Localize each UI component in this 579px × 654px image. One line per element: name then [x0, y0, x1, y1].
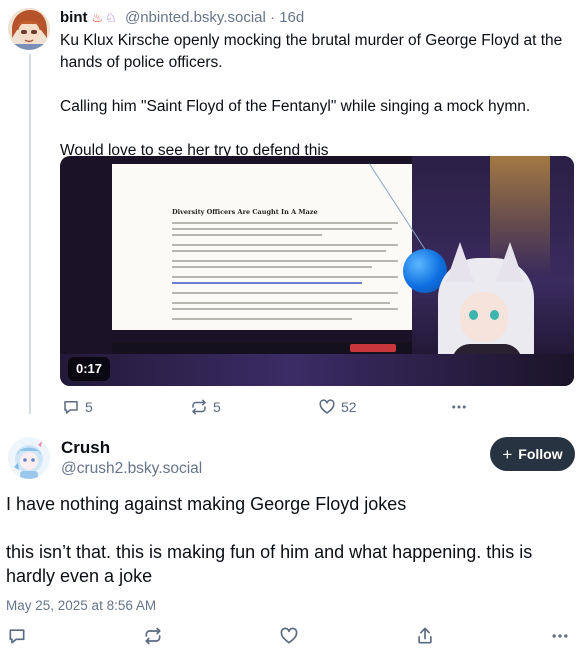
- fire-emoji-icon: ♨: [91, 10, 104, 25]
- share-icon: [418, 627, 432, 644]
- video-article-page: Diversity Officers Are Caught In A Maze: [112, 164, 412, 330]
- plus-icon: +: [502, 444, 513, 464]
- more-button[interactable]: [550, 626, 570, 646]
- post-actions: 5 5 52: [60, 397, 480, 417]
- penguin-emoji-icon: ♘: [105, 10, 117, 25]
- author-name[interactable]: Crush: [61, 438, 110, 458]
- avatar-illustration: [8, 8, 50, 50]
- post-paragraph: Ku Klux Kirsche openly mocking the bruta…: [60, 32, 563, 71]
- like-button[interactable]: [279, 626, 299, 646]
- reply-button[interactable]: [7, 626, 27, 646]
- heart-icon: [319, 399, 335, 414]
- share-button[interactable]: [415, 626, 435, 646]
- reply-actions: [0, 624, 579, 648]
- follow-button[interactable]: + Follow: [490, 437, 575, 471]
- post-date[interactable]: May 25, 2025 at 8:56 AM: [6, 597, 156, 615]
- article-text-line: [172, 308, 398, 310]
- like-count: 52: [341, 399, 357, 415]
- avatar-illustration: [8, 437, 50, 479]
- avatar-bint[interactable]: [8, 8, 50, 50]
- heart-icon: [280, 627, 298, 644]
- comment-icon: [9, 629, 25, 644]
- article-text-line: [172, 292, 398, 294]
- reply-button[interactable]: 5: [62, 397, 93, 417]
- article-heading: Diversity Officers Are Caught In A Maze: [172, 208, 318, 216]
- reply-paragraph: I have nothing against making George Flo…: [6, 494, 407, 514]
- subscribe-button-graphic: [350, 344, 396, 352]
- author-name[interactable]: bint: [60, 9, 88, 26]
- article-text-line: [172, 260, 398, 262]
- vtuber-face: [460, 292, 508, 342]
- article-text-line: [172, 244, 398, 246]
- thread-line: [29, 54, 31, 414]
- separator: ·: [270, 9, 276, 26]
- article-text-line: [172, 302, 390, 304]
- article-text-line: [172, 266, 372, 268]
- article-link-line: [172, 282, 362, 284]
- post-header: bint ♨ ♘ @nbinted.bsky.social · 16d: [60, 8, 304, 28]
- reply-count: 5: [85, 399, 93, 415]
- article-text-line: [172, 276, 398, 278]
- like-button[interactable]: 52: [318, 397, 357, 417]
- vtuber-eye: [490, 310, 499, 320]
- post-time[interactable]: 16d: [279, 9, 304, 26]
- article-text-line: [172, 234, 322, 236]
- vtuber-ear: [496, 242, 524, 282]
- video-embed[interactable]: Diversity Officers Are Caught In A Maze: [60, 156, 574, 386]
- video-duration: 0:17: [68, 357, 111, 381]
- reply-text: I have nothing against making George Flo…: [6, 492, 571, 588]
- article-text-line: [172, 228, 392, 230]
- more-button[interactable]: [450, 397, 468, 417]
- stream-overlay-strip: [60, 354, 574, 386]
- reply-paragraph: this isn’t that. this is making fun of h…: [6, 542, 533, 586]
- repost-icon: [145, 627, 161, 645]
- more-horizontal-icon: [552, 634, 568, 638]
- author-handle[interactable]: @crush2.bsky.social: [61, 459, 202, 479]
- vtuber-ear: [446, 242, 474, 282]
- parent-post[interactable]: bint ♨ ♘ @nbinted.bsky.social · 16d Ku Klu…: [0, 0, 579, 418]
- repost-icon: [192, 399, 206, 415]
- more-horizontal-icon: [452, 405, 466, 409]
- comment-icon: [64, 401, 78, 414]
- repost-button[interactable]: 5: [190, 397, 221, 417]
- article-text-line: [172, 222, 398, 224]
- author-handle[interactable]: @nbinted.bsky.social: [125, 9, 266, 26]
- post-text: Ku Klux Kirsche openly mocking the bruta…: [60, 30, 570, 162]
- vtuber-eye: [469, 310, 478, 320]
- avatar-crush[interactable]: [8, 437, 50, 479]
- repost-count: 5: [213, 399, 221, 415]
- post-paragraph: Calling him "Saint Floyd of the Fentanyl…: [60, 98, 531, 115]
- article-text-line: [172, 318, 352, 320]
- article-text-line: [172, 250, 386, 252]
- repost-button[interactable]: [143, 626, 163, 646]
- follow-label: Follow: [518, 446, 563, 462]
